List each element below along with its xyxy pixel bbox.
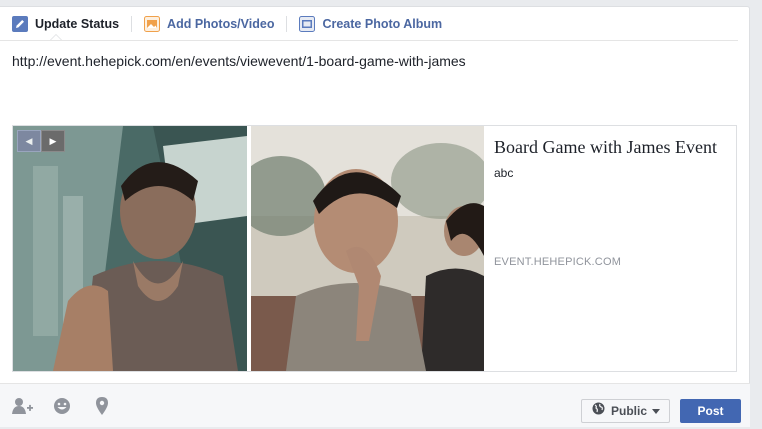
next-image-button[interactable]: ▶	[41, 130, 65, 152]
status-composer: Update Status Add Photos/Video Create Ph…	[0, 6, 750, 427]
pencil-icon	[12, 15, 28, 32]
privacy-label: Public	[611, 404, 648, 418]
triangle-right-icon: ▶	[49, 135, 57, 146]
emoji-icon[interactable]	[52, 396, 72, 416]
photo-icon	[144, 15, 161, 32]
preview-image-1: ◀ ▶	[13, 126, 247, 371]
tab-label: Update Status	[35, 16, 120, 31]
preview-info: Board Game with James Event abc	[494, 136, 724, 180]
tag-people-icon[interactable]	[12, 396, 33, 416]
post-button[interactable]: Post	[680, 399, 741, 423]
preview-domain: EVENT.HEHEPICK.COM	[494, 256, 622, 268]
globe-icon	[592, 402, 605, 420]
album-icon	[299, 15, 316, 32]
preview-image-2	[251, 126, 484, 371]
composer-tabs: Update Status Add Photos/Video Create Ph…	[0, 7, 738, 41]
active-tab-indicator	[50, 34, 62, 40]
previous-image-button[interactable]: ◀	[17, 130, 41, 152]
preview-title[interactable]: Board Game with James Event	[494, 136, 724, 158]
composer-footer: Public Post	[0, 383, 750, 427]
location-icon[interactable]	[92, 396, 112, 416]
preview-description[interactable]: abc	[494, 166, 724, 180]
tab-add-photos-video[interactable]: Add Photos/Video	[132, 7, 274, 40]
tab-label: Add Photos/Video	[167, 16, 275, 31]
tab-label: Create Photo Album	[322, 16, 443, 31]
preview-image-nav: ◀ ▶	[17, 130, 65, 152]
link-preview[interactable]: ◀ ▶ Board Game with James Event abc EVEN…	[12, 125, 737, 372]
triangle-left-icon: ◀	[25, 135, 33, 146]
tab-create-photo-album[interactable]: Create Photo Album	[287, 7, 442, 40]
privacy-selector[interactable]: Public	[581, 399, 670, 423]
chevron-down-icon	[652, 408, 661, 414]
status-input[interactable]: http://event.hehepick.com/en/events/view…	[12, 53, 732, 69]
